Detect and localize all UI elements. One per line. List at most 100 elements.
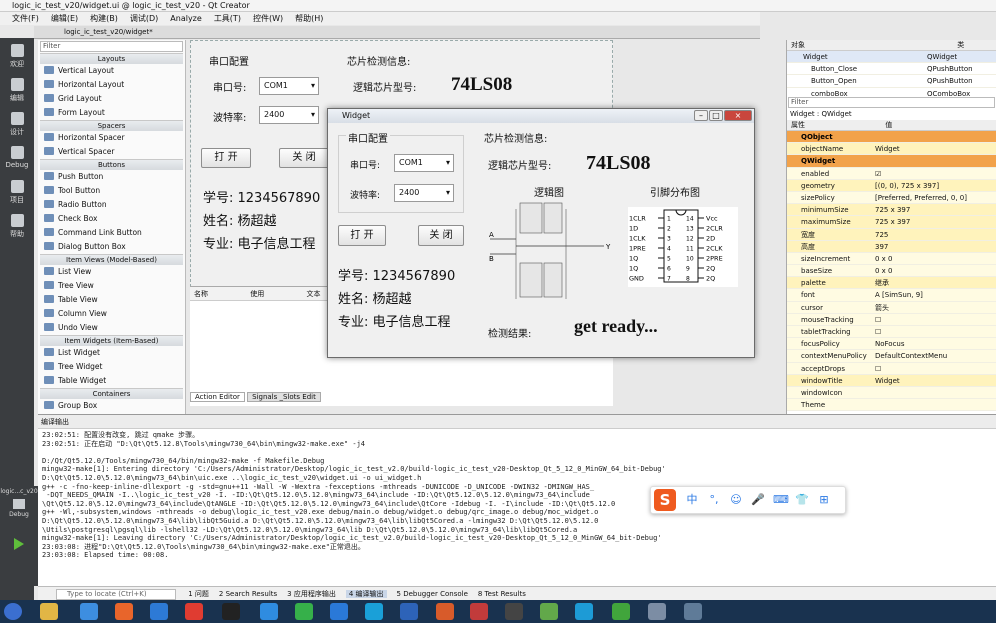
property-row[interactable]: cursor 箭头 [787, 301, 996, 314]
app-icon-8[interactable] [436, 603, 454, 620]
property-row[interactable]: mouseTracking ☐ [787, 313, 996, 326]
widget-item[interactable]: Table View [40, 293, 183, 307]
property-row[interactable]: windowTitle Widget [787, 374, 996, 387]
tab-action-editor[interactable]: Action Editor [190, 392, 245, 402]
app-icon-6[interactable] [330, 603, 348, 620]
output-pane-tab[interactable]: 1 问题 [188, 590, 209, 598]
widget-item[interactable]: Tree View [40, 279, 183, 293]
property-row[interactable]: geometry [(0, 0), 725 x 397] [787, 179, 996, 192]
menu-item-1[interactable]: 编辑(E) [51, 14, 78, 23]
output-pane-tab[interactable]: 8 Test Results [478, 590, 526, 598]
ime-item-icon[interactable]: 👕 [795, 493, 809, 507]
qt-creator-icon[interactable] [540, 603, 558, 620]
mode-3[interactable]: Debug [0, 140, 34, 174]
ime-item-icon[interactable]: °, [707, 493, 721, 507]
explorer-icon[interactable] [40, 603, 58, 620]
firefox-icon[interactable] [115, 603, 133, 620]
maximize-button[interactable]: □ [709, 110, 723, 121]
property-row[interactable]: palette 继承 [787, 277, 996, 290]
output-pane-tab[interactable]: 3 应用程序输出 [287, 590, 336, 598]
menu-item-6[interactable]: 控件(W) [253, 14, 283, 23]
property-row[interactable]: font A [SimSun, 9] [787, 289, 996, 302]
property-row[interactable]: acceptDrops ☐ [787, 362, 996, 375]
app-icon-1[interactable] [80, 603, 98, 620]
property-filter-input[interactable]: Filter [788, 97, 995, 108]
minimize-button[interactable]: – [694, 110, 708, 121]
ime-item-icon[interactable]: 中 [685, 493, 699, 507]
property-row[interactable]: objectName Widget [787, 143, 996, 156]
object-row[interactable]: Widget QWidget [787, 51, 996, 64]
mode-1[interactable]: 编辑 [0, 72, 34, 106]
widget-category-2[interactable]: Buttons [40, 159, 183, 170]
word-icon[interactable] [400, 603, 418, 620]
widget-item[interactable]: Vertical Spacer [40, 145, 183, 159]
widget-category-1[interactable]: Spacers [40, 120, 183, 131]
property-row[interactable]: minimumSize 725 x 397 [787, 204, 996, 217]
property-row[interactable]: contextMenuPolicy DefaultContextMenu [787, 350, 996, 363]
baud-combo[interactable]: 2400 [259, 106, 319, 124]
property-row[interactable]: Theme [787, 399, 996, 412]
object-row[interactable]: Button_Close QPushButton [787, 63, 996, 76]
close-window-button[interactable]: × [724, 110, 752, 121]
property-row[interactable]: QWidget [787, 155, 996, 168]
widget-item[interactable]: Vertical Layout [40, 64, 183, 78]
running-app-icon[interactable] [648, 603, 666, 620]
locator-input[interactable]: Type to locate (Ctrl+K) [56, 589, 176, 600]
menu-item-5[interactable]: 工具(T) [214, 14, 241, 23]
property-row[interactable]: windowIcon [787, 386, 996, 400]
qt-icon[interactable] [612, 603, 630, 620]
ime-item-icon[interactable]: ⌨ [773, 493, 789, 507]
editor-tab[interactable]: logic_ic_test_v20/widget* [64, 28, 153, 36]
widget-item[interactable]: Form Layout [40, 106, 183, 120]
widget-item[interactable]: Column View [40, 307, 183, 321]
open-button[interactable]: 打 开 [201, 148, 251, 168]
tab-signals-slots[interactable]: Signals _Slots Edit [247, 392, 321, 402]
widget-category-3[interactable]: Item Views (Model-Based) [40, 254, 183, 265]
widget-item[interactable]: List View [40, 265, 183, 279]
app-icon-3[interactable] [185, 603, 203, 620]
widget-item[interactable]: Group Box [40, 399, 183, 413]
widget-item[interactable]: Undo View [40, 321, 183, 335]
widget-item[interactable]: Check Box [40, 212, 183, 226]
widget-category-0[interactable]: Layouts [40, 53, 183, 64]
property-row[interactable]: sizeIncrement 0 x 0 [787, 252, 996, 266]
widget-item[interactable]: List Widget [40, 346, 183, 360]
mode-5[interactable]: 帮助 [0, 208, 34, 242]
widget-item[interactable]: Tree Widget [40, 360, 183, 374]
app-icon-11[interactable] [575, 603, 593, 620]
app-icon-2[interactable] [150, 603, 168, 620]
widget-filter-input[interactable]: Filter [40, 41, 183, 52]
widget-item[interactable]: Grid Layout [40, 92, 183, 106]
property-row[interactable]: QObject [787, 131, 996, 144]
run-kit-selector[interactable]: logic...c_v20 Debug [0, 486, 38, 586]
app-icon-4[interactable] [260, 603, 278, 620]
widget-item[interactable]: Radio Button [40, 198, 183, 212]
dialog-close-button[interactable]: 关 闭 [418, 225, 464, 246]
dialog-baud-combo[interactable]: 2400 [394, 184, 454, 202]
menu-item-4[interactable]: Analyze [170, 14, 202, 23]
object-row[interactable]: Button_Open QPushButton [787, 75, 996, 88]
mode-2[interactable]: 设计 [0, 106, 34, 140]
app-icon-5[interactable] [295, 603, 313, 620]
property-row[interactable]: enabled ☑ [787, 167, 996, 180]
property-row[interactable]: baseSize 0 x 0 [787, 265, 996, 278]
close-button[interactable]: 关 闭 [279, 148, 329, 168]
app-icon-10[interactable] [505, 603, 523, 620]
widget-item[interactable]: Horizontal Spacer [40, 131, 183, 145]
ime-item-icon[interactable]: ⊞ [817, 493, 831, 507]
widget-item[interactable]: Tool Button [40, 184, 183, 198]
property-row[interactable]: maximumSize 725 x 397 [787, 216, 996, 229]
app-icon-9[interactable] [470, 603, 488, 620]
ime-item-icon[interactable]: ☺ [729, 493, 743, 507]
property-row[interactable]: focusPolicy NoFocus [787, 338, 996, 351]
menu-item-0[interactable]: 文件(F) [12, 14, 39, 23]
output-pane-tab[interactable]: 4 编译输出 [345, 590, 387, 598]
menu-item-3[interactable]: 调试(D) [130, 14, 158, 23]
menu-item-7[interactable]: 帮助(H) [295, 14, 323, 23]
run-icon[interactable] [14, 538, 24, 550]
widget-item[interactable]: Push Button [40, 170, 183, 184]
property-row[interactable]: tabletTracking ☐ [787, 326, 996, 339]
dialog-open-button[interactable]: 打 开 [338, 225, 386, 246]
qq-icon[interactable] [222, 603, 240, 620]
widget-item[interactable]: Table Widget [40, 374, 183, 388]
